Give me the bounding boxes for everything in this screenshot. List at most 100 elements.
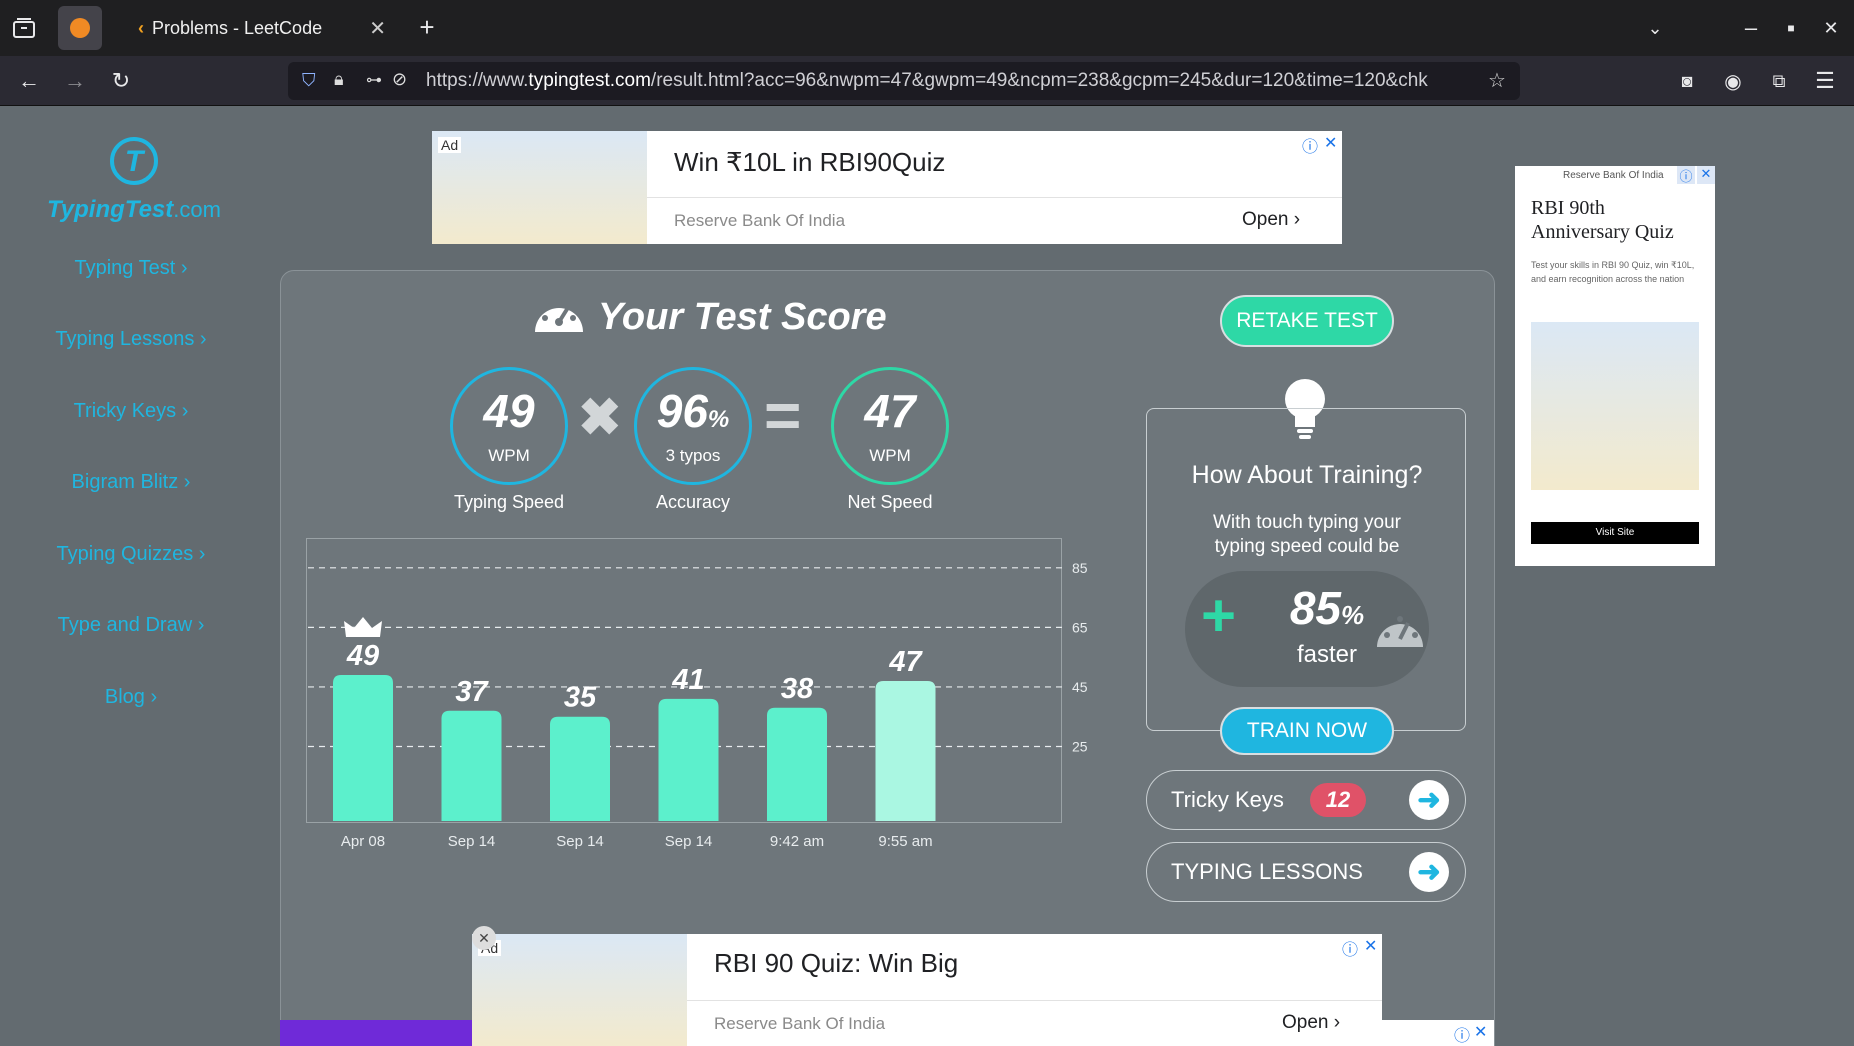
bar <box>767 707 827 821</box>
shield-icon[interactable]: ⛉ <box>302 70 316 91</box>
ad-sponsor: Reserve Bank Of India <box>674 211 846 230</box>
y-tick-label: 85 <box>1072 560 1088 576</box>
ad-badge: Ad <box>438 137 462 153</box>
bottom-ad-banner[interactable]: Ad ✕ RBI 90 Quiz: Win Big Reserve Bank O… <box>472 926 1382 1046</box>
ad-open-button[interactable]: Open › <box>1282 1012 1340 1034</box>
tracking-icon[interactable]: ⊘ <box>392 69 407 90</box>
bar-value-label: 41 <box>671 664 704 696</box>
typing-speed-circle: 49 WPM <box>450 367 568 485</box>
y-tick-label: 65 <box>1072 619 1088 635</box>
ad-close-icon[interactable]: ✕ <box>1364 936 1377 956</box>
ad-title[interactable]: RBI 90th Anniversary Quiz <box>1531 196 1701 244</box>
tab-pinned[interactable] <box>58 6 102 50</box>
ad-title[interactable]: Win ₹10L in RBI90Quiz <box>674 147 945 178</box>
bar <box>658 698 719 821</box>
sidebar-item-typing-lessons[interactable]: Typing Lessons › <box>0 328 262 351</box>
ad-info-icon[interactable]: ⓘ <box>1454 1022 1470 1046</box>
new-tab-icon[interactable]: + <box>412 12 442 42</box>
ad-close-icon[interactable]: ✕ <box>1697 166 1715 184</box>
maximize-icon[interactable]: ■ <box>1776 14 1806 42</box>
y-tick-label: 25 <box>1072 739 1088 755</box>
tricky-keys-row[interactable]: Tricky Keys 12 ➜ <box>1146 770 1466 830</box>
training-percent: 85 <box>1289 582 1342 634</box>
training-title: How About Training? <box>1191 461 1423 489</box>
crown-icon <box>344 617 382 638</box>
ad-image <box>1531 322 1699 490</box>
bookmark-star-icon[interactable]: ☆ <box>1488 68 1506 93</box>
ad-title[interactable]: RBI 90 Quiz: Win Big <box>714 948 958 979</box>
x-tick-label: Sep 14 <box>448 833 496 850</box>
arrow-right-icon[interactable]: ➜ <box>1409 780 1449 820</box>
top-ad-banner[interactable]: Ad Win ₹10L in RBI90Quiz Reserve Bank Of… <box>432 131 1342 244</box>
ad-dismiss-icon[interactable]: ✕ <box>472 926 496 950</box>
retake-test-button[interactable]: RETAKE TEST <box>1220 295 1394 347</box>
speedometer-icon <box>535 299 583 332</box>
reload-icon[interactable]: ↻ <box>106 66 136 96</box>
ad-sponsor: Reserve Bank Of India <box>714 1014 886 1033</box>
extensions-icon[interactable]: ⧉ <box>1764 66 1794 96</box>
lock-icon[interactable]: 🔒︎ <box>334 69 344 90</box>
arrow-right-icon[interactable]: ➜ <box>1409 852 1449 892</box>
tab-leetcode[interactable]: ‹ Problems - LeetCode ✕ <box>120 6 400 50</box>
times-icon: ✖ <box>578 389 622 447</box>
net-speed-value: 47 <box>864 385 916 437</box>
train-now-button[interactable]: TRAIN NOW <box>1220 707 1394 755</box>
tricky-keys-count-badge: 12 <box>1310 783 1366 817</box>
accuracy-suffix: % <box>707 406 730 433</box>
tab-overview-icon[interactable] <box>10 14 38 42</box>
pinned-tab-icon <box>70 18 90 38</box>
minimize-icon[interactable]: – <box>1736 14 1766 42</box>
sidebar-item-tricky-keys[interactable]: Tricky Keys › <box>0 400 262 423</box>
forward-icon[interactable]: → <box>60 66 90 96</box>
bar <box>333 675 393 821</box>
close-tab-icon[interactable]: ✕ <box>369 16 386 41</box>
bar <box>550 716 610 821</box>
ad-info-icon[interactable]: ⓘ <box>1677 166 1695 184</box>
equals-icon: = <box>764 379 802 451</box>
ad-image: Ad <box>432 131 647 244</box>
net-speed-circle: 47 WPM <box>831 367 949 485</box>
site-sidebar: T TypingTest.com Typing Test › Typing Le… <box>0 107 262 1046</box>
bar-value-label: 47 <box>888 646 923 678</box>
list-tabs-icon[interactable]: ⌄ <box>1640 14 1670 42</box>
account-icon[interactable]: ◉ <box>1718 66 1748 96</box>
bar <box>441 710 502 821</box>
sidebar-item-type-and-draw[interactable]: Type and Draw › <box>0 614 262 637</box>
x-tick-label: 9:55 am <box>878 833 932 850</box>
site-logo[interactable]: T TypingTest.com <box>44 135 224 224</box>
sidebar-item-bigram-blitz[interactable]: Bigram Blitz › <box>0 471 262 494</box>
accuracy-label: Accuracy <box>655 492 731 512</box>
ad-close-icon[interactable]: ✕ <box>1474 1022 1487 1042</box>
leetcode-icon: ‹ <box>138 17 144 38</box>
typing-lessons-row[interactable]: TYPING LESSONS ➜ <box>1146 842 1466 902</box>
gauge-icon <box>1377 616 1423 647</box>
sidebar-item-typing-quizzes[interactable]: Typing Quizzes › <box>0 543 262 566</box>
sidebar-item-blog[interactable]: Blog › <box>0 686 262 709</box>
accuracy-typos: 3 typos <box>665 446 721 465</box>
pocket-icon[interactable]: ◙ <box>1672 66 1702 96</box>
ad-visit-site-button[interactable]: Visit Site <box>1531 522 1699 544</box>
x-tick-label: 9:42 am <box>770 833 824 850</box>
permissions-icon[interactable]: ⊶ <box>366 70 382 90</box>
ad-open-button[interactable]: Open › <box>1242 209 1300 231</box>
tricky-keys-label: Tricky Keys <box>1171 787 1284 812</box>
accuracy-value: 96 <box>656 385 708 437</box>
bar-value-label: 35 <box>564 682 597 714</box>
ad-info-icon[interactable]: ⓘ <box>1342 936 1358 960</box>
ad-sponsor: Reserve Bank Of India <box>1563 170 1664 181</box>
address-bar[interactable]: ⛉ 🔒︎ ⊶ ⊘ https://www.typingtest.com/resu… <box>288 62 1520 100</box>
close-window-icon[interactable]: ✕ <box>1816 14 1846 42</box>
right-ad-banner[interactable]: Reserve Bank Of India ⓘ ✕ RBI 90th Anniv… <box>1515 166 1715 566</box>
typing-lessons-label: TYPING LESSONS <box>1171 859 1363 884</box>
x-tick-label: Sep 14 <box>556 833 604 850</box>
menu-icon[interactable]: ☰ <box>1810 66 1840 96</box>
browser-tab-bar: ‹ Problems - LeetCode ✕ + ⌄ – ■ ✕ <box>0 0 1854 56</box>
url-text[interactable]: https://www.typingtest.com/result.html?a… <box>426 62 1478 100</box>
ad-close-icon[interactable]: ✕ <box>1324 133 1337 153</box>
ad-info-icon[interactable]: ⓘ <box>1302 133 1318 157</box>
score-title: Your Test Score <box>598 296 887 338</box>
sidebar-item-typing-test[interactable]: Typing Test › <box>0 257 262 280</box>
typing-speed-label: Typing Speed <box>453 492 565 512</box>
back-icon[interactable]: ← <box>14 66 44 96</box>
bar-value-label: 49 <box>346 640 379 672</box>
